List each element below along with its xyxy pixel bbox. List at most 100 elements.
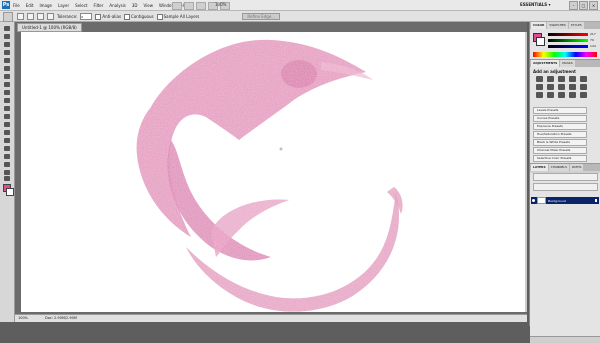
eye-icon[interactable] bbox=[532, 199, 535, 202]
green-slider[interactable] bbox=[548, 39, 588, 42]
shape-tool-icon[interactable] bbox=[3, 162, 11, 168]
lock-controls[interactable] bbox=[533, 183, 598, 191]
panel-dock: COLOR SWATCHES STYLES 217 79 144 ADJUSTM… bbox=[529, 22, 600, 343]
minibridge-icon[interactable] bbox=[184, 2, 194, 10]
type-tool-icon[interactable] bbox=[3, 146, 11, 152]
status-zoom[interactable]: 100% bbox=[18, 316, 28, 320]
channel-mixer-icon[interactable] bbox=[580, 84, 587, 90]
preset-levels[interactable]: Levels Presets bbox=[533, 107, 587, 114]
brightness-icon[interactable] bbox=[536, 76, 543, 82]
tab-channels[interactable]: CHANNELS bbox=[548, 164, 570, 171]
minimize-button[interactable]: – bbox=[569, 1, 578, 10]
menu-view[interactable]: View bbox=[144, 3, 154, 8]
posterize-icon[interactable] bbox=[547, 92, 554, 98]
hand-icon[interactable] bbox=[196, 2, 206, 10]
intersect-selection-icon[interactable] bbox=[47, 13, 54, 20]
blur-tool-icon[interactable] bbox=[3, 122, 11, 128]
panel-background-swatch[interactable] bbox=[536, 37, 545, 46]
quick-select-tool-icon[interactable] bbox=[3, 50, 11, 56]
threshold-icon[interactable] bbox=[558, 92, 565, 98]
menu-3d[interactable]: 3D bbox=[132, 3, 138, 8]
blue-value[interactable]: 144 bbox=[590, 44, 596, 48]
menu-edit[interactable]: Edit bbox=[26, 3, 34, 8]
options-row: Tolerance: Anti-alias Contiguous Sample … bbox=[17, 13, 281, 20]
preset-channel-mixer[interactable]: Channel Mixer Presets bbox=[533, 147, 587, 154]
zoom-level[interactable]: 100% bbox=[215, 2, 226, 7]
preset-selective-color[interactable]: Selective Color Presets bbox=[533, 155, 587, 162]
hue-saturation-icon[interactable] bbox=[536, 84, 543, 90]
status-doc-size[interactable]: Doc: 2.90M/2.90M bbox=[45, 316, 77, 320]
path-select-tool-icon[interactable] bbox=[3, 154, 11, 160]
refine-edge-button[interactable]: Refine Edge... bbox=[242, 13, 281, 20]
vibrance-icon[interactable] bbox=[580, 76, 587, 82]
adjustments-panel: Add an adjustment Levels Presets Curves … bbox=[530, 67, 600, 164]
sample-all-checkbox[interactable]: Sample All Layers bbox=[156, 13, 199, 20]
healing-tool-icon[interactable] bbox=[3, 74, 11, 80]
selective-color-icon[interactable] bbox=[580, 92, 587, 98]
menu-filter[interactable]: Filter bbox=[93, 3, 103, 8]
tolerance-input[interactable] bbox=[80, 13, 93, 20]
menu-analysis[interactable]: Analysis bbox=[109, 3, 125, 8]
tab-color[interactable]: COLOR bbox=[531, 22, 547, 29]
zoom-tool-icon[interactable] bbox=[3, 176, 11, 182]
photo-filter-icon[interactable] bbox=[569, 84, 576, 90]
dodge-tool-icon[interactable] bbox=[3, 130, 11, 136]
gradient-tool-icon[interactable] bbox=[3, 114, 11, 120]
new-selection-icon[interactable] bbox=[17, 13, 24, 20]
antialias-label: Anti-alias bbox=[102, 14, 122, 19]
blend-mode-select[interactable] bbox=[533, 173, 598, 181]
add-selection-icon[interactable] bbox=[27, 13, 34, 20]
workspace-switcher[interactable]: ESSENTIALS ▾ bbox=[520, 2, 551, 7]
tab-adjustments[interactable]: ADJUSTMENTS bbox=[531, 60, 560, 67]
history-brush-tool-icon[interactable] bbox=[3, 98, 11, 104]
crop-tool-icon[interactable] bbox=[3, 58, 11, 64]
menu-layer[interactable]: Layer bbox=[58, 3, 69, 8]
color-balance-icon[interactable] bbox=[547, 84, 554, 90]
gradient-map-icon[interactable] bbox=[569, 92, 576, 98]
document-tab[interactable]: Untitled-1 @ 100% (RGB/8) bbox=[17, 23, 82, 32]
magic-wand-icon[interactable] bbox=[3, 12, 13, 22]
vertical-scrollbar[interactable] bbox=[525, 32, 527, 312]
pen-tool-icon[interactable] bbox=[3, 138, 11, 144]
black-white-icon[interactable] bbox=[558, 84, 565, 90]
preset-hue-saturation[interactable]: Hue/Saturation Presets bbox=[533, 131, 587, 138]
subtract-selection-icon[interactable] bbox=[37, 13, 44, 20]
red-slider[interactable] bbox=[548, 33, 588, 36]
eraser-tool-icon[interactable] bbox=[3, 106, 11, 112]
invert-icon[interactable] bbox=[536, 92, 543, 98]
menu-file[interactable]: File bbox=[13, 3, 20, 8]
green-value[interactable]: 79 bbox=[590, 38, 594, 42]
maximize-button[interactable]: □ bbox=[579, 1, 588, 10]
layers-footer bbox=[530, 336, 600, 343]
exposure-icon[interactable] bbox=[569, 76, 576, 82]
layer-row[interactable]: Background bbox=[531, 197, 599, 204]
color-spectrum[interactable] bbox=[533, 52, 597, 57]
options-bar: Tolerance: Anti-alias Contiguous Sample … bbox=[0, 11, 600, 22]
move-tool-icon[interactable] bbox=[3, 26, 11, 32]
eyedropper-tool-icon[interactable] bbox=[3, 66, 11, 72]
background-color-swatch[interactable] bbox=[6, 188, 14, 196]
menu-select[interactable]: Select bbox=[75, 3, 87, 8]
brush-tool-icon[interactable] bbox=[3, 82, 11, 88]
preset-curves[interactable]: Curves Presets bbox=[533, 115, 587, 122]
blue-slider[interactable] bbox=[548, 45, 588, 48]
preset-exposure[interactable]: Exposure Presets bbox=[533, 123, 587, 130]
tab-paths[interactable]: PATHS bbox=[570, 164, 584, 171]
curves-icon[interactable] bbox=[558, 76, 565, 82]
marquee-tool-icon[interactable] bbox=[3, 34, 11, 40]
lasso-tool-icon[interactable] bbox=[3, 42, 11, 48]
red-value[interactable]: 217 bbox=[590, 32, 596, 36]
preset-black-white[interactable]: Black & White Presets bbox=[533, 139, 587, 146]
tab-swatches[interactable]: SWATCHES bbox=[547, 22, 568, 29]
levels-icon[interactable] bbox=[547, 76, 554, 82]
clone-stamp-tool-icon[interactable] bbox=[3, 90, 11, 96]
contiguous-checkbox[interactable]: Contiguous bbox=[124, 13, 154, 20]
tab-masks[interactable]: MASKS bbox=[560, 60, 575, 67]
close-button[interactable]: × bbox=[589, 1, 598, 10]
antialias-checkbox[interactable]: Anti-alias bbox=[95, 13, 122, 20]
tab-styles[interactable]: STYLES bbox=[568, 22, 584, 29]
bridge-icon[interactable] bbox=[172, 2, 182, 10]
tab-layers[interactable]: LAYERS bbox=[531, 164, 548, 171]
canvas[interactable] bbox=[21, 32, 525, 312]
menu-image[interactable]: Image bbox=[39, 3, 52, 8]
